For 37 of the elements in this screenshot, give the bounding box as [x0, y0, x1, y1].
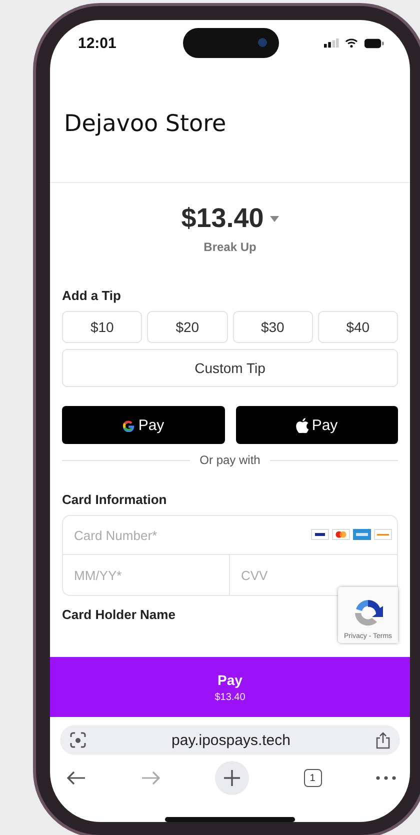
new-tab-button[interactable]: [215, 761, 249, 795]
custom-tip-button[interactable]: Custom Tip: [62, 349, 398, 387]
card-brand-icon: [374, 529, 392, 540]
share-icon[interactable]: [376, 732, 390, 748]
apple-logo-icon: [296, 418, 309, 432]
apple-pay-button[interactable]: Pay: [236, 406, 398, 444]
signal-icon: [324, 38, 339, 48]
tip-option[interactable]: $10: [62, 311, 142, 343]
tip-label: Add a Tip: [62, 288, 122, 303]
back-icon[interactable]: [66, 771, 86, 785]
store-title: Dejavoo Store: [64, 111, 226, 137]
more-icon[interactable]: [376, 776, 396, 780]
card-brand-icon: [353, 529, 371, 540]
wifi-icon: [344, 38, 358, 48]
card-info-label: Card Information: [62, 492, 168, 507]
card-number-field[interactable]: Card Number*: [62, 515, 398, 555]
status-time: 12:01: [78, 34, 118, 52]
tip-option[interactable]: $20: [147, 311, 228, 343]
tip-option[interactable]: $40: [318, 311, 398, 343]
battery-icon: [364, 38, 384, 48]
break-up-link[interactable]: Break Up: [204, 240, 256, 254]
plus-icon: [223, 769, 241, 787]
tab-count-button[interactable]: 1: [304, 769, 322, 787]
card-holder-label: Card Holder Name: [62, 607, 176, 622]
card-brand-icon: [332, 529, 350, 540]
caret-icon[interactable]: [270, 216, 279, 222]
address-bar[interactable]: pay.ipospays.tech: [60, 725, 400, 755]
divider-text: Or pay with: [200, 453, 260, 467]
expiry-field[interactable]: MM/YY*: [62, 555, 230, 596]
card-brand-icon: [311, 529, 329, 540]
lens-icon: [70, 732, 86, 748]
url-text: pay.ipospays.tech: [172, 732, 290, 748]
pay-button[interactable]: Pay $13.40: [50, 657, 410, 717]
google-pay-button[interactable]: Pay: [62, 406, 224, 444]
tip-option[interactable]: $30: [232, 311, 313, 343]
total-amount: $13.40: [181, 203, 264, 234]
google-logo-icon: [122, 418, 136, 432]
